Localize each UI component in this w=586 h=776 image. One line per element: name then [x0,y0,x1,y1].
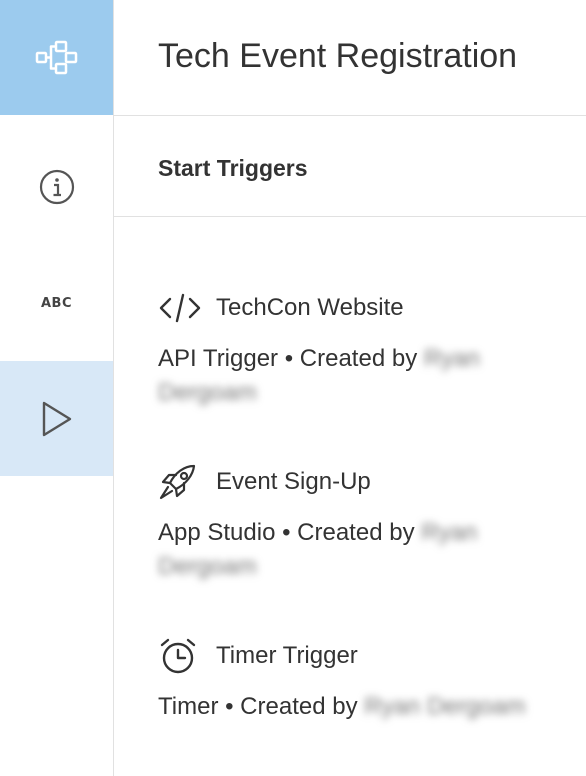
trigger-type: App Studio [158,519,276,546]
created-by-label: • Created by [284,345,418,372]
rail-item-info[interactable] [0,116,113,258]
trigger-meta: Timer • Created by Ryan Dergoam [158,690,578,724]
app-window: ABC Tech Event Registration Start Trigge… [0,0,586,776]
trigger-header: TechCon Website [158,288,578,328]
abc-icon: ABC [40,295,72,311]
trigger-name[interactable]: TechCon Website [216,294,404,322]
page-title: Tech Event Registration [158,37,518,75]
main-panel: Tech Event Registration Start Triggers T… [114,0,586,776]
trigger-name[interactable]: Timer Trigger [216,642,358,670]
trigger-item[interactable]: Timer Trigger Timer • Created by Ryan De… [158,636,578,724]
code-icon [158,288,202,328]
section-header: Start Triggers [114,116,586,217]
info-icon [39,169,74,205]
trigger-meta: App Studio • Created by Ryan Dergoam [158,516,578,584]
rail-item-workflow[interactable] [0,0,113,115]
play-icon [42,401,71,436]
trigger-type: Timer [158,693,219,720]
left-nav-rail: ABC [0,0,114,776]
rail-item-start-triggers[interactable] [0,361,113,476]
page-header: Tech Event Registration [114,0,586,116]
alarm-clock-icon [158,636,202,676]
section-title: Start Triggers [158,155,308,181]
creator-name: Ryan Dergoam [364,693,526,720]
trigger-item[interactable]: TechCon Website API Trigger • Created by… [158,288,578,410]
created-by-label: • Created by [282,519,415,546]
trigger-type: API Trigger [158,345,279,372]
created-by-label: • Created by [225,693,358,720]
rail-item-abc[interactable]: ABC [0,245,113,361]
trigger-meta: API Trigger • Created by Ryan Dergoam [158,342,578,410]
trigger-item[interactable]: Event Sign-Up App Studio • Created by Ry… [158,462,578,584]
trigger-header: Timer Trigger [158,636,578,676]
rocket-icon [158,462,202,502]
workflow-icon [35,40,77,74]
trigger-header: Event Sign-Up [158,462,578,502]
trigger-name[interactable]: Event Sign-Up [216,468,371,496]
